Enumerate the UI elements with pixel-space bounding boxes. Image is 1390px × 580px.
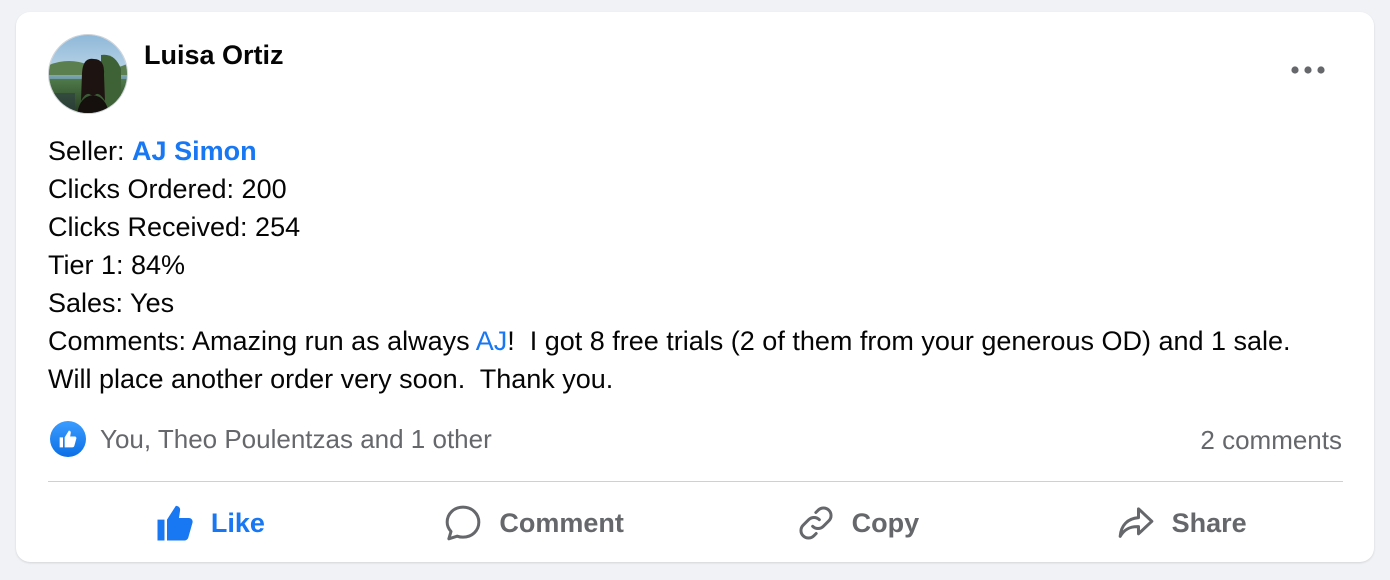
thumbs-up-icon [157, 505, 193, 541]
post-card: Luisa Ortiz Seller: AJ Simon Clicks Orde… [16, 12, 1374, 562]
more-horizontal-icon [1291, 66, 1325, 74]
divider [48, 481, 1343, 482]
seller-line: Seller: AJ Simon [48, 132, 1338, 170]
share-arrow-icon [1118, 507, 1153, 538]
like-button[interactable]: Like [48, 490, 372, 556]
reactions-summary-text: You, Theo Poulentzas and 1 other [100, 423, 492, 454]
more-options-button[interactable] [1288, 56, 1328, 84]
sales-line: Sales: Yes [48, 288, 175, 318]
reactions-summary[interactable]: You, Theo Poulentzas and 1 other [50, 421, 492, 457]
seller-label: Seller: [48, 136, 133, 166]
author-name[interactable]: Luisa Ortiz [144, 40, 284, 71]
avatar[interactable] [48, 34, 128, 114]
aj-mention-link[interactable]: AJ [476, 326, 508, 356]
post-body: Seller: AJ Simon Clicks Ordered: 200 Cli… [48, 132, 1338, 398]
seller-mention-link[interactable]: AJ Simon [132, 136, 257, 166]
link-icon [799, 506, 833, 540]
copy-button[interactable]: Copy [696, 490, 1020, 556]
tier1-line: Tier 1: 84% [48, 250, 186, 280]
comment-label: Comment [499, 507, 624, 538]
comment-bubble-icon [446, 505, 481, 541]
like-label: Like [210, 507, 265, 538]
comment-button[interactable]: Comment [372, 490, 696, 556]
clicks-received-line: Clicks Received: 254 [48, 212, 301, 242]
like-reaction-icon [50, 421, 86, 457]
comments-line: Comments: Amazing run as always AJ! I go… [48, 322, 1338, 398]
post-actions-bar: Like Comment Copy Share [48, 490, 1343, 556]
clicks-ordered-line: Clicks Ordered: 200 [48, 174, 287, 204]
comments-text-start: Comments: Amazing run as always [48, 326, 476, 356]
copy-label: Copy [851, 507, 920, 538]
share-button[interactable]: Share [1019, 490, 1343, 556]
profile-photo [49, 35, 127, 113]
share-label: Share [1171, 507, 1247, 538]
comments-count-link[interactable]: 2 comments [1200, 425, 1342, 456]
